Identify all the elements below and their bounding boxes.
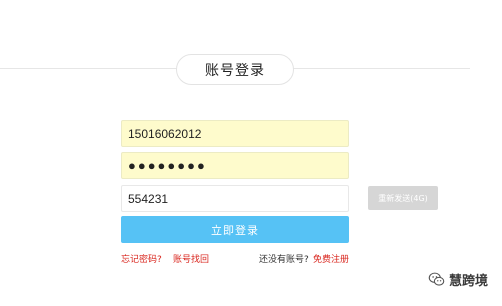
login-button[interactable]: 立即登录 xyxy=(121,216,349,243)
register-link[interactable]: 免费注册 xyxy=(313,252,349,265)
verification-code-input[interactable]: 554231 xyxy=(121,185,349,212)
watermark: 慧跨境 xyxy=(428,270,488,289)
forgot-password-link[interactable]: 忘记密码? xyxy=(121,252,162,265)
wechat-icon xyxy=(428,272,445,286)
password-input[interactable]: ●●●●●●●● xyxy=(121,152,349,179)
watermark-text: 慧跨境 xyxy=(449,274,489,289)
phone-input[interactable]: 15016062012 xyxy=(121,120,349,147)
no-account-text: 还没有账号? xyxy=(259,255,309,265)
retrieve-account-link[interactable]: 账号找回 xyxy=(173,252,209,265)
page-title: 账号登录 xyxy=(176,54,294,85)
resend-code-button[interactable]: 重新发送(4G) xyxy=(368,186,438,210)
